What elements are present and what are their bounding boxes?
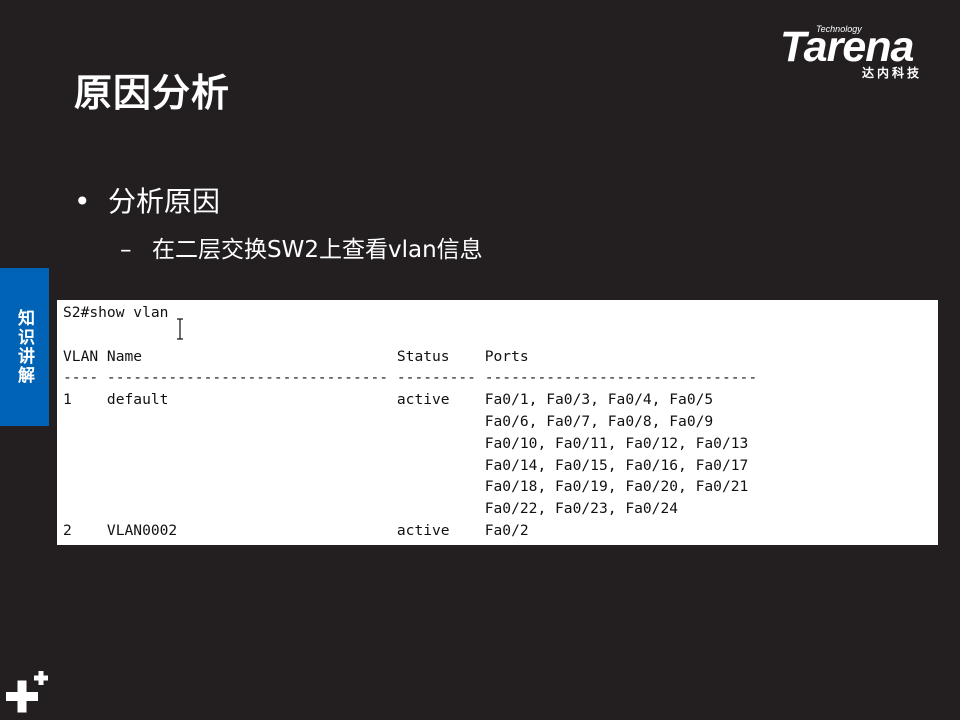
terminal-line: ---- -------------------------------- --…	[63, 369, 758, 387]
terminal-line: Fa0/18, Fa0/19, Fa0/20, Fa0/21	[63, 478, 749, 496]
terminal-line: Fa0/22, Fa0/23, Fa0/24	[63, 500, 679, 518]
logo-wordmark: Tarena	[780, 23, 914, 71]
bullet-text: 分析原因	[108, 185, 221, 218]
slide-title: 原因分析	[74, 71, 231, 115]
terminal-line: Fa0/6, Fa0/7, Fa0/8, Fa0/9	[63, 412, 714, 430]
terminal-line: VLAN Name Status Ports	[63, 347, 529, 365]
terminal-output: S2#show vlan VLAN Name Status Ports ----…	[57, 300, 938, 545]
terminal-line: 1 default active Fa0/1, Fa0/3, Fa0/4, Fa…	[63, 391, 714, 409]
tarena-logo: Technology Tarena 达内科技	[780, 22, 946, 82]
knowledge-explanation-tab: 知识讲解	[0, 268, 49, 426]
sub-bullet-point: – 在二层交换SW2上查看vlan信息	[120, 235, 483, 265]
terminal-line: Fa0/10, Fa0/11, Fa0/12, Fa0/13	[63, 434, 749, 452]
terminal-line: Fa0/14, Fa0/15, Fa0/16, Fa0/17	[63, 456, 749, 474]
logo-chinese-name: 达内科技	[862, 66, 923, 80]
text-cursor-icon	[177, 318, 183, 340]
plus-decoration-icon	[6, 671, 48, 713]
side-tab-label: 知识讲解	[14, 309, 34, 385]
terminal-line: 2 VLAN0002 active Fa0/2	[63, 521, 529, 539]
bullet-point: • 分析原因	[74, 184, 220, 220]
terminal-line: S2#show vlan	[63, 304, 169, 321]
bullet-marker: •	[74, 185, 91, 218]
sub-bullet-marker: –	[120, 237, 132, 263]
sub-bullet-text: 在二层交换SW2上查看vlan信息	[152, 237, 483, 263]
